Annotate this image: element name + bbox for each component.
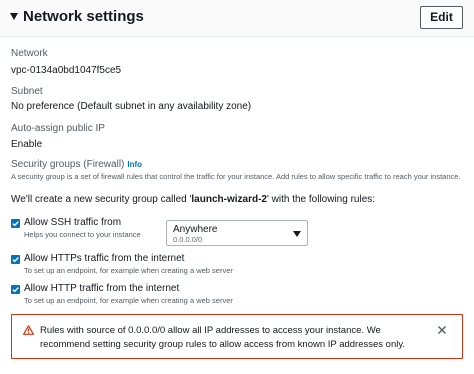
ssh-rule-label: Allow SSH traffic from — [24, 217, 122, 228]
https-checkbox[interactable] — [11, 255, 20, 264]
http-rule-sub: To set up an endpoint, for example when … — [24, 296, 233, 305]
check-icon — [12, 257, 19, 263]
subnet-value: No preference (Default subnet in any ava… — [11, 101, 252, 112]
ssh-source-cidr: 0.0.0.0/0 — [173, 235, 203, 244]
create-suffix: ' with the following rules: — [266, 194, 376, 205]
close-icon[interactable] — [437, 325, 447, 335]
check-icon — [12, 221, 19, 227]
network-label: Network — [11, 48, 48, 59]
ssh-source-value: Anywhere — [173, 224, 218, 235]
warning-icon — [23, 325, 34, 335]
section-title: Network settings — [23, 8, 144, 25]
https-rule-sub: To set up an endpoint, for example when … — [24, 266, 233, 275]
subnet-label: Subnet — [11, 86, 43, 97]
ssh-rule-sub: Helps you connect to your instance — [24, 230, 141, 239]
check-icon — [12, 287, 19, 293]
edit-button[interactable]: Edit — [420, 6, 463, 29]
public-ip-value: Enable — [11, 139, 43, 150]
create-group-message: We'll create a new security group called… — [11, 194, 375, 206]
group-name: launch-wizard-2 — [191, 194, 267, 205]
info-link[interactable]: Info — [127, 160, 142, 169]
warning-text: Rules with source of 0.0.0.0/0 allow all… — [40, 325, 406, 350]
security-groups-label: Security groups (Firewall) Info — [11, 159, 142, 171]
chevron-down-icon — [293, 231, 301, 237]
http-checkbox[interactable] — [11, 285, 20, 294]
security-groups-description: A security group is a set of firewall ru… — [11, 172, 461, 181]
public-ip-label: Auto-assign public IP — [11, 123, 105, 134]
http-rule-label: Allow HTTP traffic from the internet — [24, 283, 180, 294]
ssh-checkbox[interactable] — [11, 219, 20, 228]
security-groups-label-text: Security groups (Firewall) — [11, 159, 125, 170]
section-header: Network settings Edit — [0, 0, 474, 37]
ssh-source-select[interactable]: Anywhere 0.0.0.0/0 — [166, 220, 308, 246]
create-prefix: We'll create a new security group called… — [11, 194, 192, 205]
network-value: vpc-0134a0bd1047f5ce5 — [11, 65, 122, 76]
https-rule-label: Allow HTTPs traffic from the internet — [24, 253, 185, 264]
collapse-caret-icon[interactable] — [10, 13, 18, 20]
warning-alert: Rules with source of 0.0.0.0/0 allow all… — [11, 314, 463, 359]
